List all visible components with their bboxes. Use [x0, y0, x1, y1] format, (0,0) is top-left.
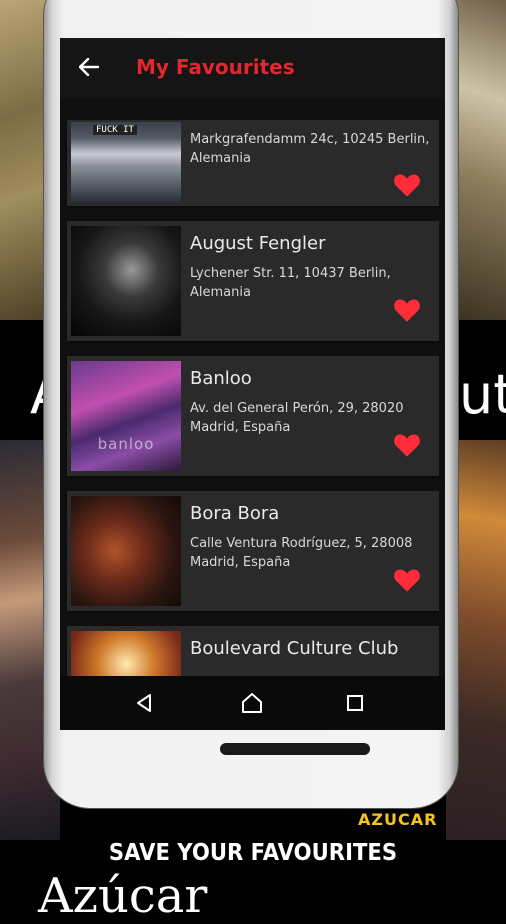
triangle-back-icon: [137, 694, 151, 712]
heart-icon[interactable]: [393, 172, 421, 198]
arrow-left-icon: [79, 58, 99, 76]
venue-thumbnail: FUCK IT: [71, 122, 181, 202]
phone-screen: My Favourites FUCK IT Markgrafendamm 24c…: [60, 38, 445, 730]
promo-mid-text-right: ut: [459, 363, 506, 426]
list-item[interactable]: Bora Bora Calle Ventura Rodríguez, 5, 28…: [67, 491, 439, 611]
promo-bottom-word: Azúcar: [38, 868, 208, 924]
favourites-list: FUCK IT Markgrafendamm 24c, 10245 Berlin…: [60, 98, 445, 676]
promo-tagline: SAVE YOUR FAVOURITES: [108, 840, 398, 866]
venue-thumbnail: [71, 631, 181, 676]
list-item[interactable]: banloo Banloo Av. del General Perón, 29,…: [67, 356, 439, 476]
venue-name: Boulevard Culture Club: [190, 638, 399, 659]
list-item[interactable]: Boulevard Culture Club: [67, 626, 439, 676]
heart-icon[interactable]: [393, 297, 421, 323]
nav-recents-button[interactable]: [340, 688, 370, 718]
promo-sign: AZUCAR: [358, 810, 438, 829]
venue-thumbnail: [71, 496, 181, 606]
app-bar: My Favourites: [60, 38, 445, 98]
list-item[interactable]: FUCK IT Markgrafendamm 24c, 10245 Berlin…: [67, 120, 439, 206]
venue-address: Markgrafendamm 24c, 10245 Berlin, Aleman…: [190, 132, 430, 166]
venue-name: August Fengler: [190, 233, 326, 254]
thumbnail-logo: banloo: [97, 435, 155, 453]
nav-home-button[interactable]: [237, 688, 267, 718]
venue-thumbnail: banloo: [71, 361, 181, 471]
nav-back-button[interactable]: [129, 688, 159, 718]
heart-icon[interactable]: [393, 567, 421, 593]
list-item[interactable]: August Fengler Lychener Str. 11, 10437 B…: [67, 221, 439, 341]
venue-name: Banloo: [190, 368, 252, 389]
heart-icon[interactable]: [393, 432, 421, 458]
bottom-speaker: [220, 743, 370, 755]
system-nav-bar: [60, 676, 445, 730]
home-icon: [242, 693, 262, 713]
page-title: My Favourites: [136, 55, 295, 79]
thumbnail-sign: FUCK IT: [93, 125, 137, 135]
square-recents-icon: [347, 695, 363, 711]
venue-thumbnail: [71, 226, 181, 336]
venue-name: Bora Bora: [190, 503, 280, 524]
back-button[interactable]: [74, 52, 104, 82]
